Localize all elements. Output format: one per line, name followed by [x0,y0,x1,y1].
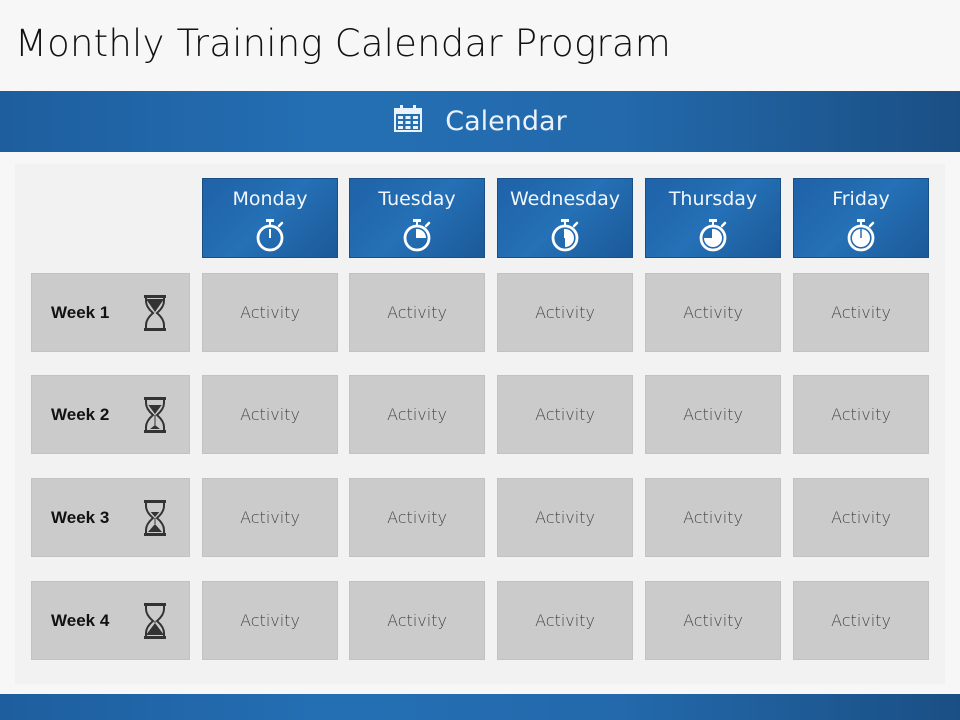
week-label: Week 4 [51,610,110,630]
hourglass-icon [144,602,166,639]
page-title: Monthly Training Calendar Program [15,22,671,65]
stopwatch-icon [847,219,875,252]
activity-cell[interactable]: Activity [349,375,485,454]
activity-cell[interactable]: Activity [349,581,485,660]
activity-cell[interactable]: Activity [645,478,781,557]
day-label: Friday [832,188,890,210]
activity-cell[interactable]: Activity [793,581,929,660]
day-header-wednesday: Wednesday [497,178,633,258]
activity-label: Activity [535,405,595,424]
activity-cell[interactable]: Activity [793,478,929,557]
activity-label: Activity [535,508,595,527]
activity-cell[interactable]: Activity [497,478,633,557]
activity-cell[interactable]: Activity [497,581,633,660]
activity-cell[interactable]: Activity [793,273,929,352]
activity-label: Activity [535,303,595,322]
stopwatch-icon [256,219,284,252]
day-header-friday: Friday [793,178,929,258]
hourglass-icon [144,499,166,536]
banner-label: Calendar [445,106,567,137]
day-label: Tuesday [378,188,456,210]
week-label: Week 2 [51,404,110,424]
activity-label: Activity [387,611,447,630]
week-label-cell: Week 1 [31,273,190,352]
day-header-thursday: Thursday [645,178,781,258]
activity-cell[interactable]: Activity [645,273,781,352]
calendar-icon [393,104,423,139]
activity-label: Activity [240,303,300,322]
activity-label: Activity [387,405,447,424]
activity-label: Activity [683,303,743,322]
hourglass-icon [144,294,166,331]
activity-cell[interactable]: Activity [202,375,338,454]
activity-cell[interactable]: Activity [645,581,781,660]
activity-label: Activity [683,611,743,630]
week-label: Week 3 [51,507,110,527]
activity-label: Activity [831,303,891,322]
activity-label: Activity [831,611,891,630]
stopwatch-icon [551,219,579,252]
activity-cell[interactable]: Activity [349,273,485,352]
hourglass-icon [144,396,166,433]
activity-label: Activity [240,611,300,630]
activity-label: Activity [831,405,891,424]
day-header-monday: Monday [202,178,338,258]
week-label: Week 1 [51,302,110,322]
activity-label: Activity [387,508,447,527]
activity-label: Activity [387,303,447,322]
activity-cell[interactable]: Activity [202,273,338,352]
activity-cell[interactable]: Activity [202,581,338,660]
activity-cell[interactable]: Activity [645,375,781,454]
activity-label: Activity [240,508,300,527]
day-label: Wednesday [509,188,620,210]
stopwatch-icon [403,219,431,252]
week-label-cell: Week 4 [31,581,190,660]
activity-cell[interactable]: Activity [793,375,929,454]
activity-label: Activity [240,405,300,424]
week-label-cell: Week 3 [31,478,190,557]
activity-label: Activity [683,405,743,424]
footer-band [0,694,960,720]
activity-cell[interactable]: Activity [349,478,485,557]
activity-cell[interactable]: Activity [497,375,633,454]
activity-label: Activity [683,508,743,527]
day-label: Monday [232,188,308,210]
calendar-banner: Calendar [0,91,960,152]
stopwatch-icon [699,219,727,252]
day-header-tuesday: Tuesday [349,178,485,258]
activity-label: Activity [831,508,891,527]
activity-cell[interactable]: Activity [497,273,633,352]
activity-cell[interactable]: Activity [202,478,338,557]
week-label-cell: Week 2 [31,375,190,454]
day-label: Thursday [668,188,758,210]
activity-label: Activity [535,611,595,630]
